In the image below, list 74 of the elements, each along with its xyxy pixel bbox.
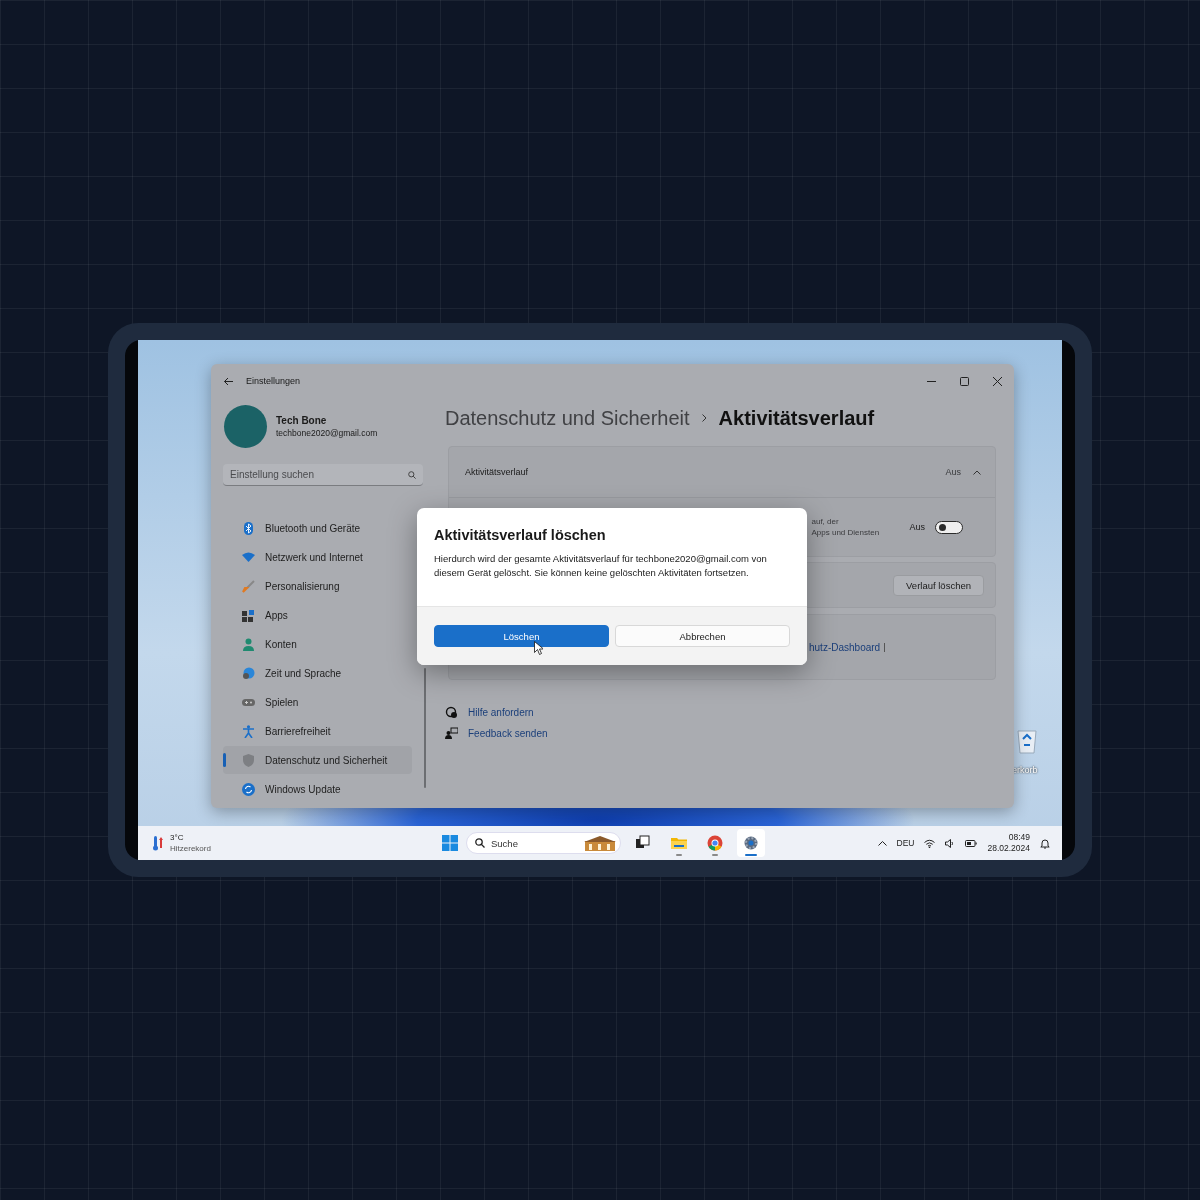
- taskbar-search-field[interactable]: Suche: [466, 832, 621, 854]
- task-view-icon: [635, 835, 651, 851]
- mouse-cursor-icon: [534, 641, 543, 655]
- clock-time[interactable]: 08:49: [1008, 832, 1030, 843]
- search-icon: [475, 838, 485, 848]
- desktop-icon-label[interactable]: erkorb: [1012, 765, 1038, 775]
- setting-description: auf, der Apps und Diensten: [811, 516, 881, 538]
- external-link-icon: [884, 642, 887, 652]
- browser-icon: [707, 835, 723, 851]
- scrollbar[interactable]: [424, 668, 426, 788]
- sidebar-item[interactable]: Datenschutz und Sicherheit: [223, 746, 412, 774]
- wifi-icon[interactable]: [924, 838, 936, 848]
- feedback-icon: [445, 727, 458, 740]
- clock-date[interactable]: 28.02.2024: [987, 843, 1030, 854]
- help-icon: [445, 706, 458, 719]
- recycle-bin-icon[interactable]: [1017, 728, 1037, 754]
- running-indicator: [745, 854, 757, 856]
- cancel-button[interactable]: Abbrechen: [615, 625, 790, 647]
- windows-start-icon[interactable]: [442, 835, 458, 851]
- status-text: Aus: [945, 467, 961, 477]
- language-indicator[interactable]: DEU: [896, 838, 915, 848]
- delete-button[interactable]: Löschen: [434, 625, 609, 647]
- profile-email: techbone2020@gmail.com: [276, 428, 378, 438]
- toggle-state-label: Aus: [909, 522, 925, 532]
- page-title: Aktivitätsverlauf: [718, 406, 875, 430]
- sidebar-item[interactable]: Bluetooth und Geräte: [223, 514, 412, 542]
- weather-caption[interactable]: Hitzerekord: [170, 843, 211, 854]
- shield-icon: [242, 753, 255, 767]
- running-indicator: [712, 854, 718, 856]
- sidebar-item[interactable]: Barrierefreiheit: [223, 717, 412, 745]
- bluetooth-icon: [242, 521, 255, 535]
- clear-history-button[interactable]: Verlauf löschen: [893, 574, 984, 596]
- chevron-up-icon[interactable]: [877, 840, 887, 846]
- paintbrush-icon: [242, 579, 255, 593]
- accessibility-icon: [242, 724, 255, 738]
- window-title: Einstellungen: [246, 376, 301, 386]
- help-link[interactable]: Hilfe anfordern: [468, 707, 534, 718]
- profile-name: Tech Bone: [276, 415, 328, 426]
- sidebar-item[interactable]: Netzwerk und Internet: [223, 543, 412, 571]
- search-icon: [408, 470, 416, 479]
- breadcrumb-link[interactable]: Datenschutz und Sicherheit: [445, 406, 690, 430]
- folder-icon: [671, 835, 687, 851]
- thermometer-icon[interactable]: [152, 835, 164, 851]
- sidebar-item[interactable]: Zeit und Sprache: [223, 659, 412, 687]
- wifi-icon: [242, 550, 255, 564]
- close-icon: [993, 376, 1002, 386]
- sync-icon: [242, 782, 255, 796]
- avatar: [224, 405, 267, 448]
- feedback-link[interactable]: Feedback senden: [468, 728, 548, 739]
- sidebar-item[interactable]: Windows Update: [223, 775, 412, 803]
- globe-clock-icon: [242, 666, 255, 680]
- search-field[interactable]: Einstellung suchen: [223, 464, 423, 486]
- building-illustration-icon: [584, 835, 616, 851]
- gear-icon: [743, 835, 759, 851]
- selection-indicator: [223, 753, 226, 767]
- back-arrow-icon[interactable]: [223, 376, 234, 386]
- temperature[interactable]: 3°C: [170, 832, 211, 843]
- person-icon: [242, 637, 255, 651]
- dashboard-link[interactable]: hutz-Dashboard: [809, 641, 881, 653]
- sidebar-item[interactable]: Spielen: [223, 688, 412, 716]
- bell-icon[interactable]: [1040, 837, 1050, 849]
- sidebar-item[interactable]: Personalisierung: [223, 572, 412, 600]
- chevron-right-icon: [701, 414, 707, 422]
- dialog-message: Hierdurch wird der gesamte Aktivitätsverlauf für techbone2020@gmail.com von diesem Gerät gelöscht. Sie können keine gelöschten Aktivitäten fortsetzen.: [434, 552, 768, 580]
- section-title: Aktivitätsverlauf: [465, 467, 529, 477]
- sidebar-item[interactable]: Konten: [223, 630, 412, 658]
- battery-icon[interactable]: [965, 839, 978, 847]
- running-indicator: [676, 854, 682, 856]
- toggle-switch[interactable]: [935, 520, 963, 534]
- dialog-title: Aktivitätsverlauf löschen: [434, 527, 607, 543]
- apps-icon: [242, 608, 255, 622]
- speaker-icon[interactable]: [945, 838, 956, 848]
- maximize-icon: [960, 376, 969, 386]
- sidebar-item[interactable]: Apps: [223, 601, 412, 629]
